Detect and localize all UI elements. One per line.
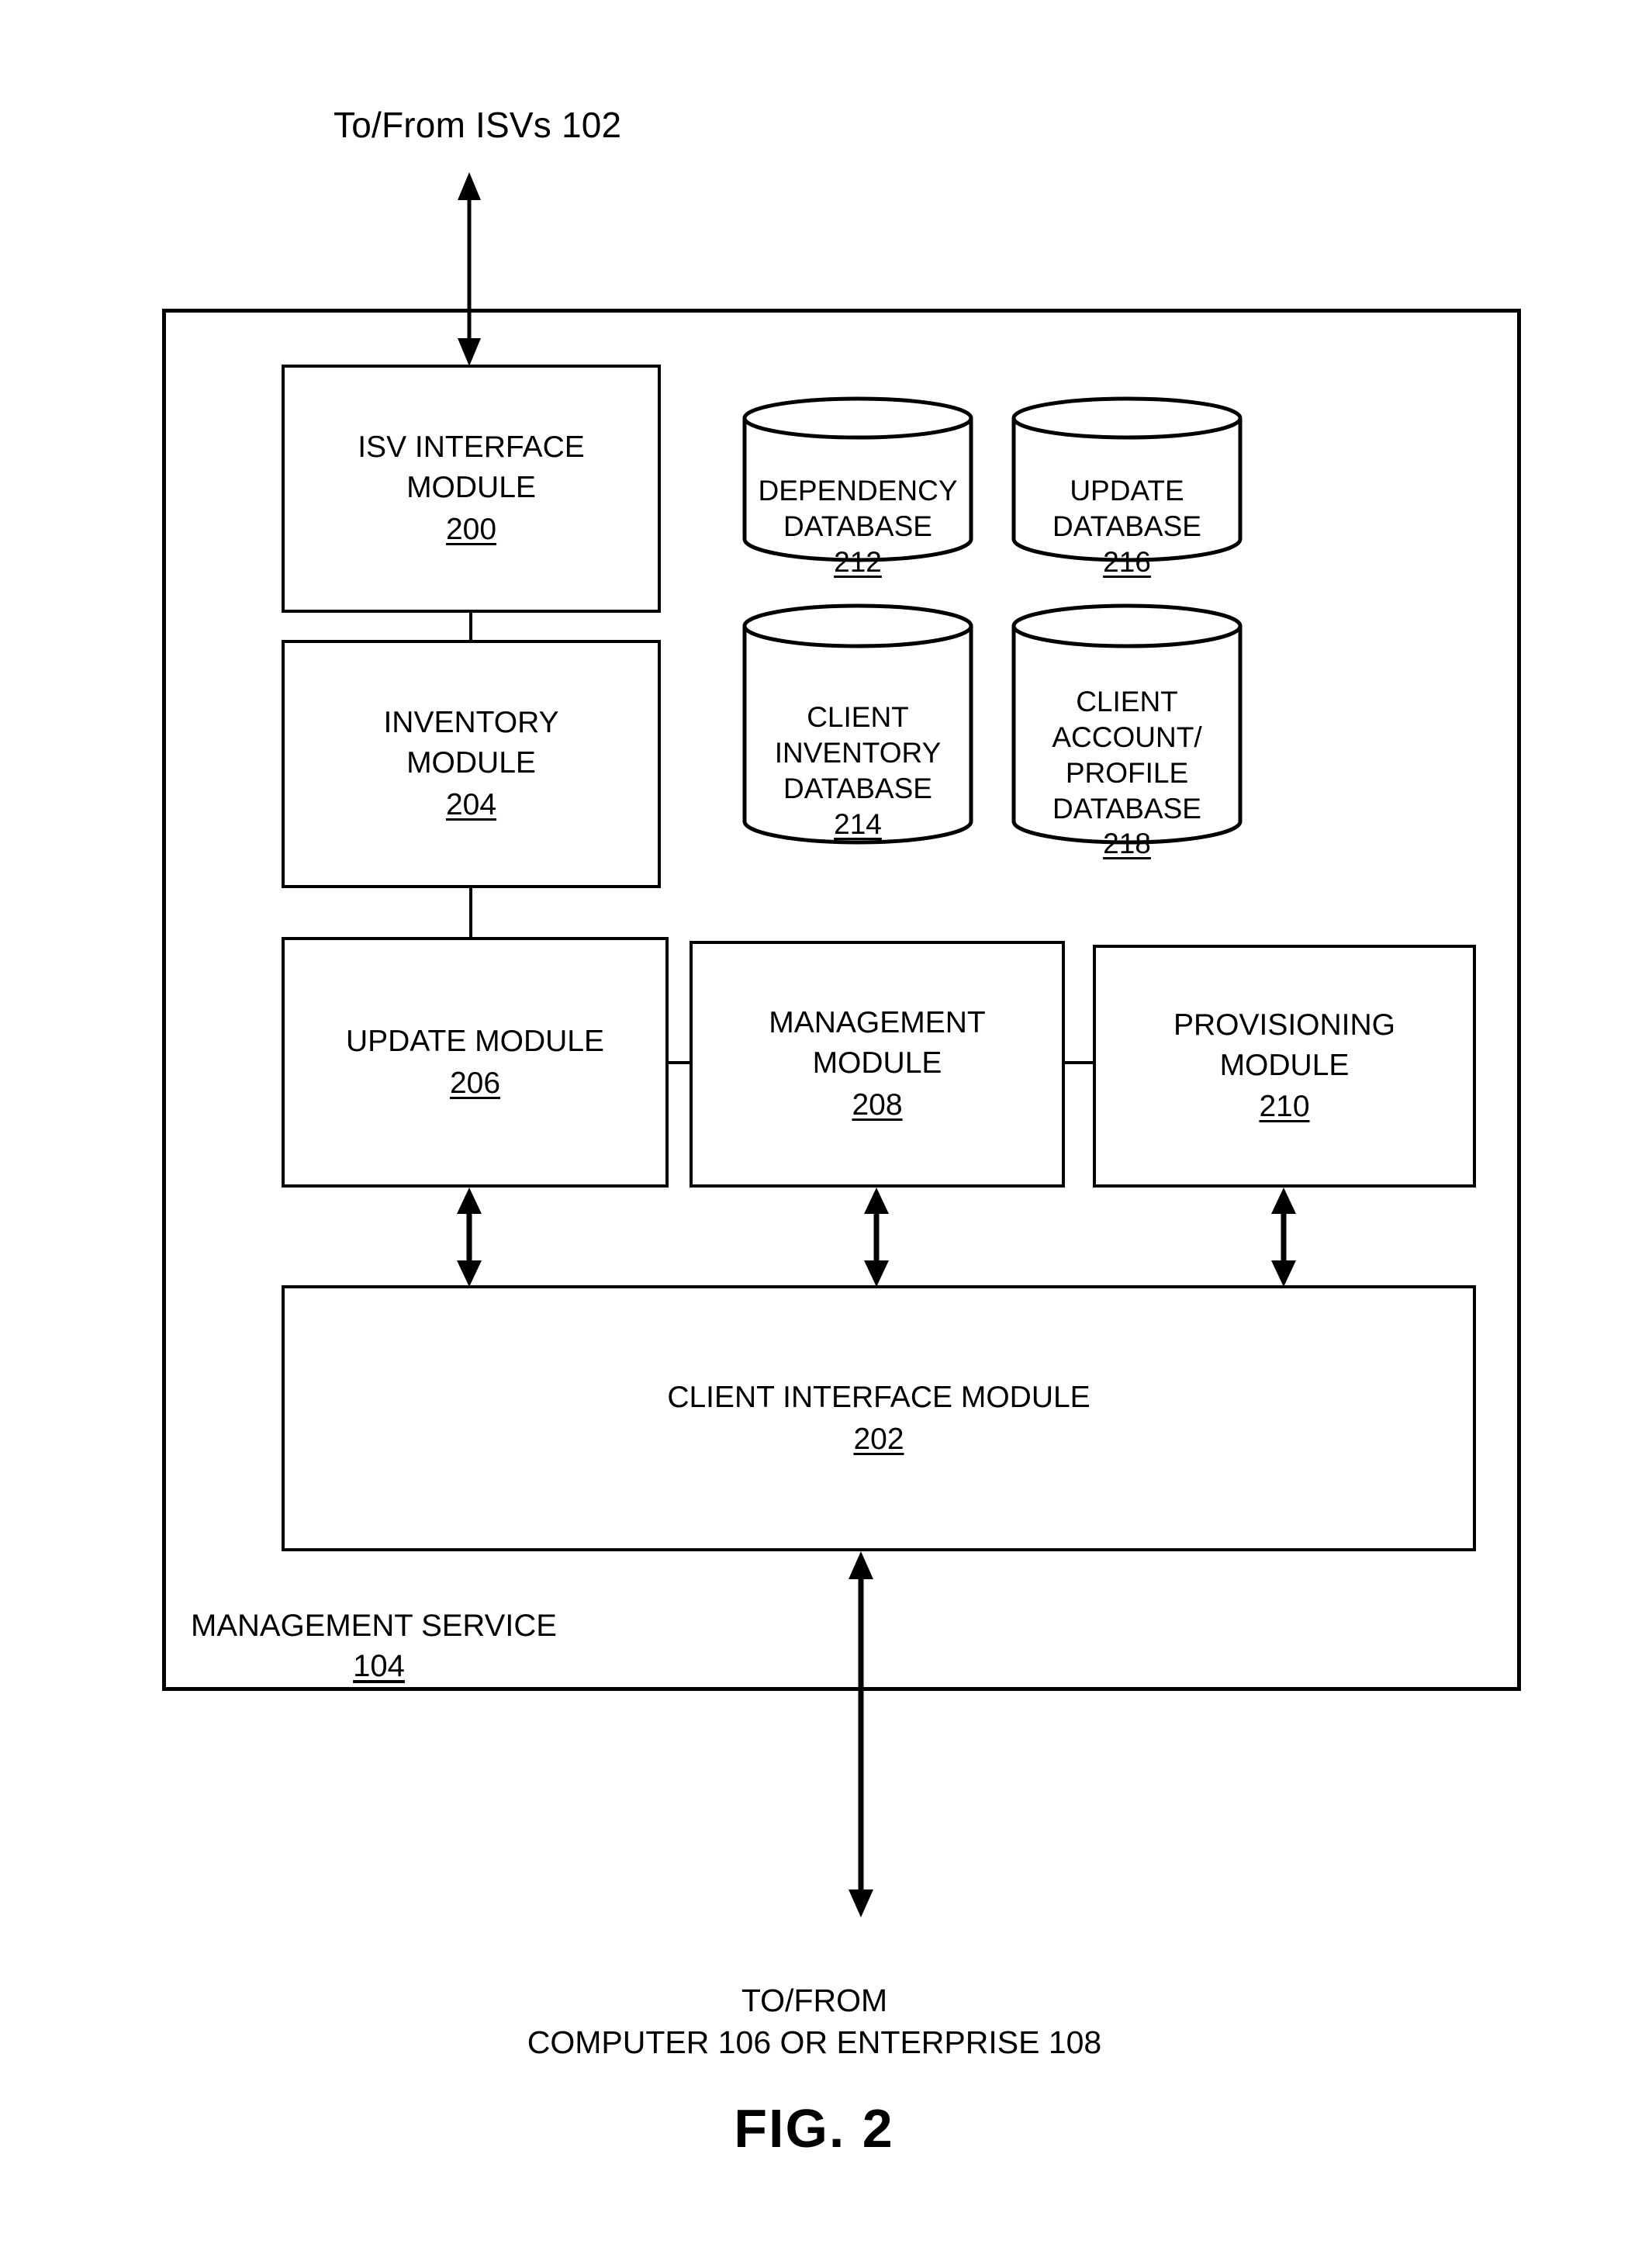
- update-database[interactable]: UPDATE DATABASE 216: [1010, 396, 1244, 578]
- inventory-module-title: INVENTORY MODULE: [383, 706, 559, 780]
- management-module-ref: 208: [852, 1087, 903, 1122]
- figure-caption: FIG. 2: [734, 2098, 894, 2159]
- connector-inventory-to-update: [469, 887, 472, 939]
- management-service-label: MANAGEMENT SERVICE 104: [191, 1565, 594, 1727]
- to-from-computer-enterprise-label: TO/FROM COMPUTER 106 OR ENTERPRISE 108: [310, 1939, 1319, 2104]
- dependency-database-ref: 212: [834, 545, 882, 578]
- connector-management-to-provisioning: [1063, 1061, 1094, 1064]
- bottom-label-line2: COMPUTER 106 OR ENTERPRISE 108: [527, 2024, 1102, 2060]
- client-account-profile-database-ref: 218: [1103, 828, 1151, 860]
- update-module-title: UPDATE MODULE: [346, 1024, 604, 1058]
- arrow-update-module-to-client-interface-module: [454, 1188, 485, 1287]
- isv-interface-module[interactable]: ISV INTERFACE MODULE 200: [282, 365, 661, 613]
- update-database-label: UPDATE DATABASE 216: [1010, 437, 1244, 615]
- update-database-title: UPDATE DATABASE: [1052, 474, 1201, 542]
- client-account-profile-database-title: CLIENT ACCOUNT/ PROFILE DATABASE: [1052, 685, 1202, 825]
- dependency-database-label: DEPENDENCY DATABASE 212: [741, 437, 975, 615]
- to-from-isvs-label: To/From ISVs 102: [334, 105, 622, 145]
- client-inventory-database-label: CLIENT INVENTORY DATABASE 214: [741, 664, 975, 877]
- inventory-module-ref: 204: [445, 787, 497, 821]
- provisioning-module-ref: 210: [1259, 1090, 1310, 1124]
- isv-interface-module-title: ISV INTERFACE MODULE: [358, 430, 585, 505]
- isv-interface-module-ref: 200: [445, 512, 497, 546]
- provisioning-module[interactable]: PROVISIONING MODULE 210: [1093, 945, 1476, 1188]
- arrow-isvs-to-isv-interface-module: [454, 172, 485, 366]
- connector-update-to-management: [667, 1061, 692, 1064]
- management-service-ref: 104: [353, 1649, 405, 1683]
- client-inventory-database-ref: 214: [834, 807, 882, 840]
- dependency-database[interactable]: DEPENDENCY DATABASE 212: [741, 396, 975, 578]
- management-module-title: MANAGEMENT MODULE: [769, 1006, 986, 1080]
- management-module[interactable]: MANAGEMENT MODULE 208: [690, 941, 1065, 1188]
- client-interface-module-title: CLIENT INTERFACE MODULE: [667, 1380, 1091, 1414]
- dependency-database-title: DEPENDENCY DATABASE: [758, 474, 958, 542]
- arrow-provisioning-module-to-client-interface-module: [1268, 1188, 1299, 1287]
- update-database-ref: 216: [1103, 545, 1151, 578]
- inventory-module[interactable]: INVENTORY MODULE 204: [282, 640, 661, 888]
- client-interface-module-ref: 202: [853, 1422, 904, 1456]
- figure-page: To/From ISVs 102 ISV INTERFACE MODULE 20…: [0, 0, 1628, 2268]
- provisioning-module-title: PROVISIONING MODULE: [1173, 1008, 1396, 1082]
- client-account-profile-database-label: CLIENT ACCOUNT/ PROFILE DATABASE 218: [1010, 648, 1244, 897]
- connector-isv-interface-to-inventory: [469, 611, 472, 642]
- client-inventory-database-title: CLIENT INVENTORY DATABASE: [774, 700, 942, 804]
- arrow-client-interface-module-to-computer-enterprise: [845, 1551, 876, 1917]
- client-interface-module[interactable]: CLIENT INTERFACE MODULE 202: [282, 1285, 1476, 1551]
- bottom-label-line1: TO/FROM: [741, 1983, 888, 2019]
- update-module[interactable]: UPDATE MODULE 206: [282, 937, 669, 1188]
- update-module-ref: 206: [449, 1066, 501, 1100]
- client-inventory-database[interactable]: CLIENT INVENTORY DATABASE 214: [741, 603, 975, 845]
- management-service-name: MANAGEMENT SERVICE: [191, 1609, 557, 1643]
- client-account-profile-database[interactable]: CLIENT ACCOUNT/ PROFILE DATABASE 218: [1010, 603, 1244, 859]
- arrow-management-module-to-client-interface-module: [861, 1188, 892, 1287]
